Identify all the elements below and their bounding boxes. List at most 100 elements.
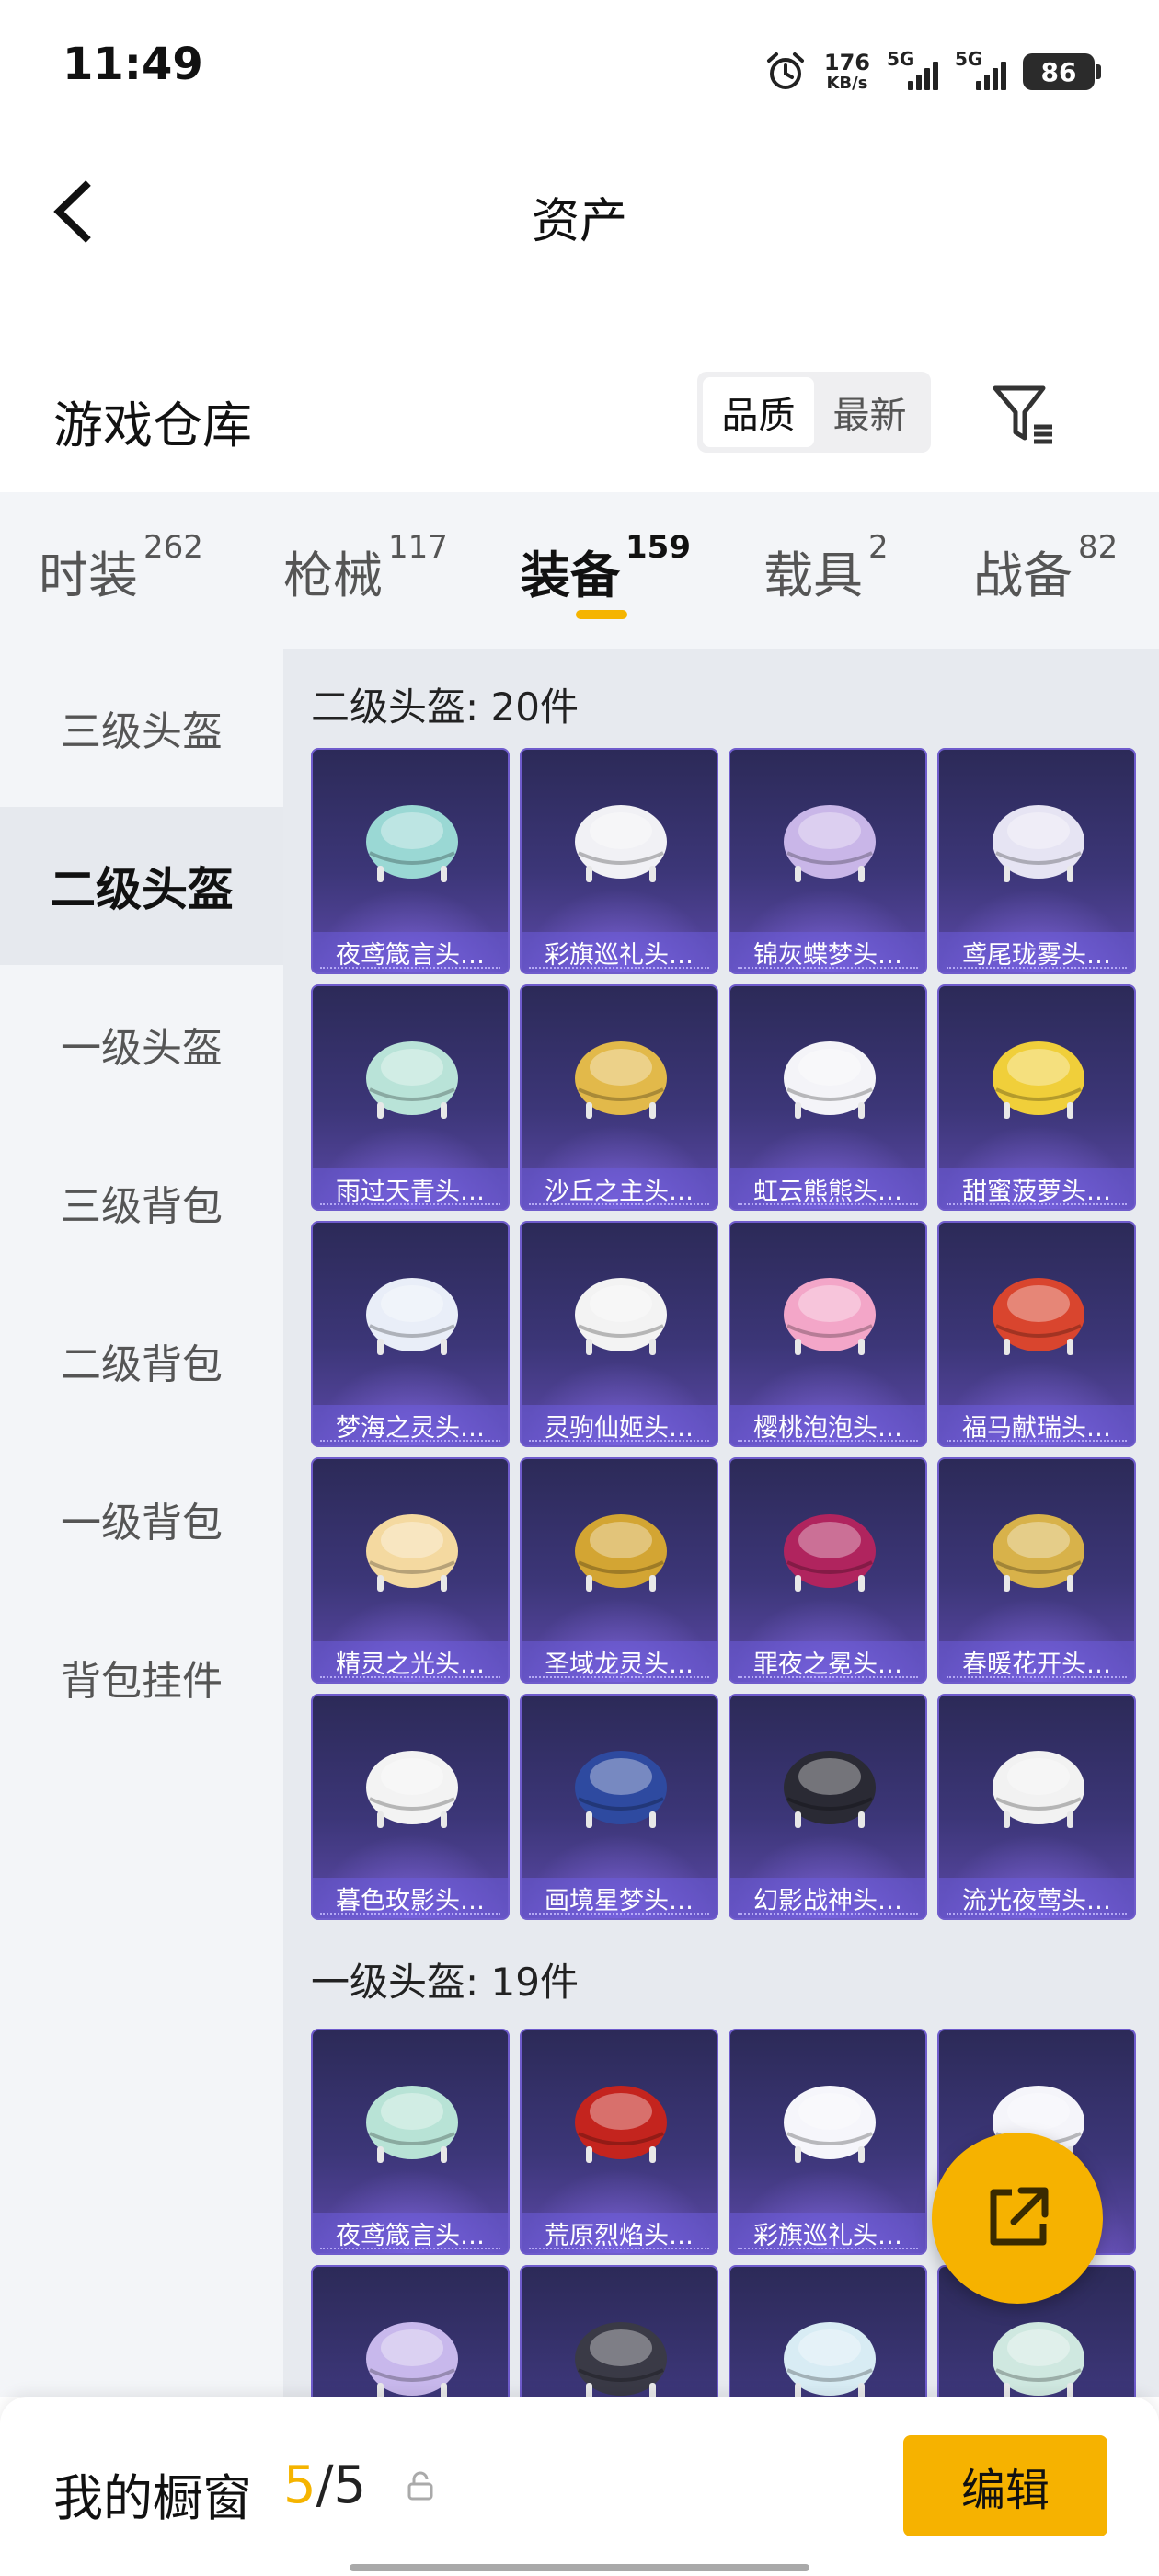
item-card[interactable]	[520, 2265, 718, 2397]
item-card[interactable]: 暮色玫影头…	[311, 1694, 510, 1920]
item-card[interactable]: 雨过天青头…	[311, 984, 510, 1211]
category-tabs: 时装 262 枪械 117 装备 159 载具 2 战备 82	[0, 492, 1159, 649]
helmet-icon	[784, 1514, 876, 1592]
item-card[interactable]: 精灵之光头…	[311, 1457, 510, 1684]
item-card[interactable]: 夜鸢箴言头…	[311, 748, 510, 974]
item-card[interactable]: 流光夜莺头…	[937, 1694, 1136, 1920]
helmet-icon	[575, 1278, 667, 1355]
item-card[interactable]: 灵驹仙姬头…	[520, 1221, 718, 1447]
sort-newest-option[interactable]: 最新	[814, 377, 925, 447]
item-card[interactable]: 罪夜之冕头…	[729, 1457, 927, 1684]
item-name: 荒原烈焰头…	[522, 2213, 717, 2253]
helmet-icon	[366, 805, 458, 882]
showcase-count-separator: /	[316, 2455, 334, 2515]
sidebar-item-level2-backpack[interactable]: 二级背包	[0, 1282, 283, 1440]
helmet-icon	[575, 2086, 667, 2163]
item-name: 幻影战神头…	[730, 1878, 925, 1918]
item-name: 精灵之光头…	[313, 1641, 508, 1682]
item-name: 流光夜莺头…	[939, 1878, 1134, 1918]
item-name: 梦海之灵头…	[313, 1405, 508, 1445]
tab-fashion-count: 262	[143, 529, 203, 566]
sidebar-item-level3-backpack[interactable]: 三级背包	[0, 1123, 283, 1282]
helmet-icon	[575, 1751, 667, 1828]
item-card[interactable]: 夜鸢箴言头…	[311, 2029, 510, 2255]
showcase-count-total: 5	[333, 2455, 367, 2515]
showcase-count-current: 5	[283, 2455, 316, 2515]
item-name: 樱桃泡泡头…	[730, 1405, 925, 1445]
tab-fashion[interactable]: 时装 262	[39, 529, 203, 607]
helmet-icon	[784, 2322, 876, 2397]
helmet-icon	[993, 2322, 1084, 2397]
item-card[interactable]: 春暖花开头…	[937, 1457, 1136, 1684]
helmet-icon	[993, 1041, 1084, 1119]
helmet-icon	[575, 1041, 667, 1119]
sidebar-item-level1-backpack[interactable]: 一级背包	[0, 1440, 283, 1598]
item-card[interactable]: 圣域龙灵头…	[520, 1457, 718, 1684]
signal-icon: 5G	[887, 48, 938, 90]
item-card[interactable]: 彩旗巡礼头…	[520, 748, 718, 974]
tab-fashion-label: 时装	[39, 546, 138, 604]
alarm-icon	[766, 52, 804, 89]
item-name: 甜蜜菠萝头…	[939, 1168, 1134, 1209]
item-name: 夜鸢箴言头…	[313, 2213, 508, 2253]
item-card[interactable]: 幻影战神头…	[729, 1694, 927, 1920]
helmet-icon	[366, 1751, 458, 1828]
helmet-icon	[366, 1278, 458, 1355]
item-card[interactable]: 荒原烈焰头…	[520, 2029, 718, 2255]
item-card[interactable]: 樱桃泡泡头…	[729, 1221, 927, 1447]
tab-guns-count: 117	[388, 529, 448, 566]
item-name: 彩旗巡礼头…	[730, 2213, 925, 2253]
tab-vehicles[interactable]: 载具 2	[763, 529, 889, 607]
tab-equipment[interactable]: 装备 159	[521, 529, 691, 607]
page-title: 资产	[531, 194, 627, 249]
tab-guns[interactable]: 枪械 117	[283, 529, 448, 607]
item-card[interactable]: 画境星梦头…	[520, 1694, 718, 1920]
home-indicator	[350, 2564, 809, 2571]
helmet-icon	[784, 2086, 876, 2163]
sort-quality-option[interactable]: 品质	[703, 377, 814, 447]
helmet-icon	[366, 2322, 458, 2397]
showcase-count: 5/5	[283, 2455, 366, 2515]
item-card[interactable]: 甜蜜菠萝头…	[937, 984, 1136, 1211]
sidebar-item-backpack-charm[interactable]: 背包挂件	[0, 1598, 283, 1756]
item-card[interactable]: 彩旗巡礼头…	[729, 2029, 927, 2255]
section-title-level1: 一级头盔: 19件	[311, 1960, 579, 2005]
item-name: 画境星梦头…	[522, 1878, 717, 1918]
tab-supplies[interactable]: 战备 82	[973, 529, 1118, 607]
item-card[interactable]: 沙丘之主头…	[520, 984, 718, 1211]
item-name: 圣域龙灵头…	[522, 1641, 717, 1682]
item-card[interactable]: 鸢尾珑雾头…	[937, 748, 1136, 974]
sidebar-item-level3-helmet[interactable]: 三级头盔	[0, 649, 283, 807]
helmet-icon	[366, 1514, 458, 1592]
helmet-icon	[575, 1514, 667, 1592]
tab-supplies-count: 82	[1078, 529, 1119, 566]
tab-guns-label: 枪械	[283, 546, 383, 604]
section-title-level2: 二级头盔: 20件	[311, 684, 579, 730]
tab-equipment-count: 159	[625, 529, 691, 566]
item-name: 雨过天青头…	[313, 1168, 508, 1209]
tab-vehicles-label: 载具	[763, 546, 863, 604]
item-card[interactable]: 虹云熊熊头…	[729, 984, 927, 1211]
helmet-icon	[575, 2322, 667, 2397]
helmet-icon	[575, 805, 667, 882]
item-card[interactable]	[729, 2265, 927, 2397]
helmet-icon	[993, 1278, 1084, 1355]
filter-button[interactable]	[990, 381, 1056, 447]
helmet-icon	[366, 1041, 458, 1119]
tab-vehicles-count: 2	[868, 529, 889, 566]
share-icon	[990, 2187, 1049, 2246]
helmet-icon	[784, 1751, 876, 1828]
item-card[interactable]: 锦灰蝶梦头…	[729, 748, 927, 974]
item-card[interactable]: 福马献瑞头…	[937, 1221, 1136, 1447]
sidebar-item-level2-helmet[interactable]: 二级头盔	[0, 807, 283, 965]
item-card[interactable]: 梦海之灵头…	[311, 1221, 510, 1447]
sidebar-item-level1-helmet[interactable]: 一级头盔	[0, 965, 283, 1123]
item-card[interactable]	[311, 2265, 510, 2397]
sort-toggle: 品质 最新	[697, 372, 931, 453]
helmet-icon	[993, 1514, 1084, 1592]
edit-button[interactable]: 编辑	[903, 2435, 1107, 2536]
sidebar: 三级头盔 二级头盔 一级头盔 三级背包 二级背包 一级背包 背包挂件	[0, 649, 283, 2397]
item-name: 罪夜之冕头…	[730, 1641, 925, 1682]
share-button[interactable]	[932, 2133, 1103, 2304]
warehouse-title: 游戏仓库	[53, 397, 252, 454]
